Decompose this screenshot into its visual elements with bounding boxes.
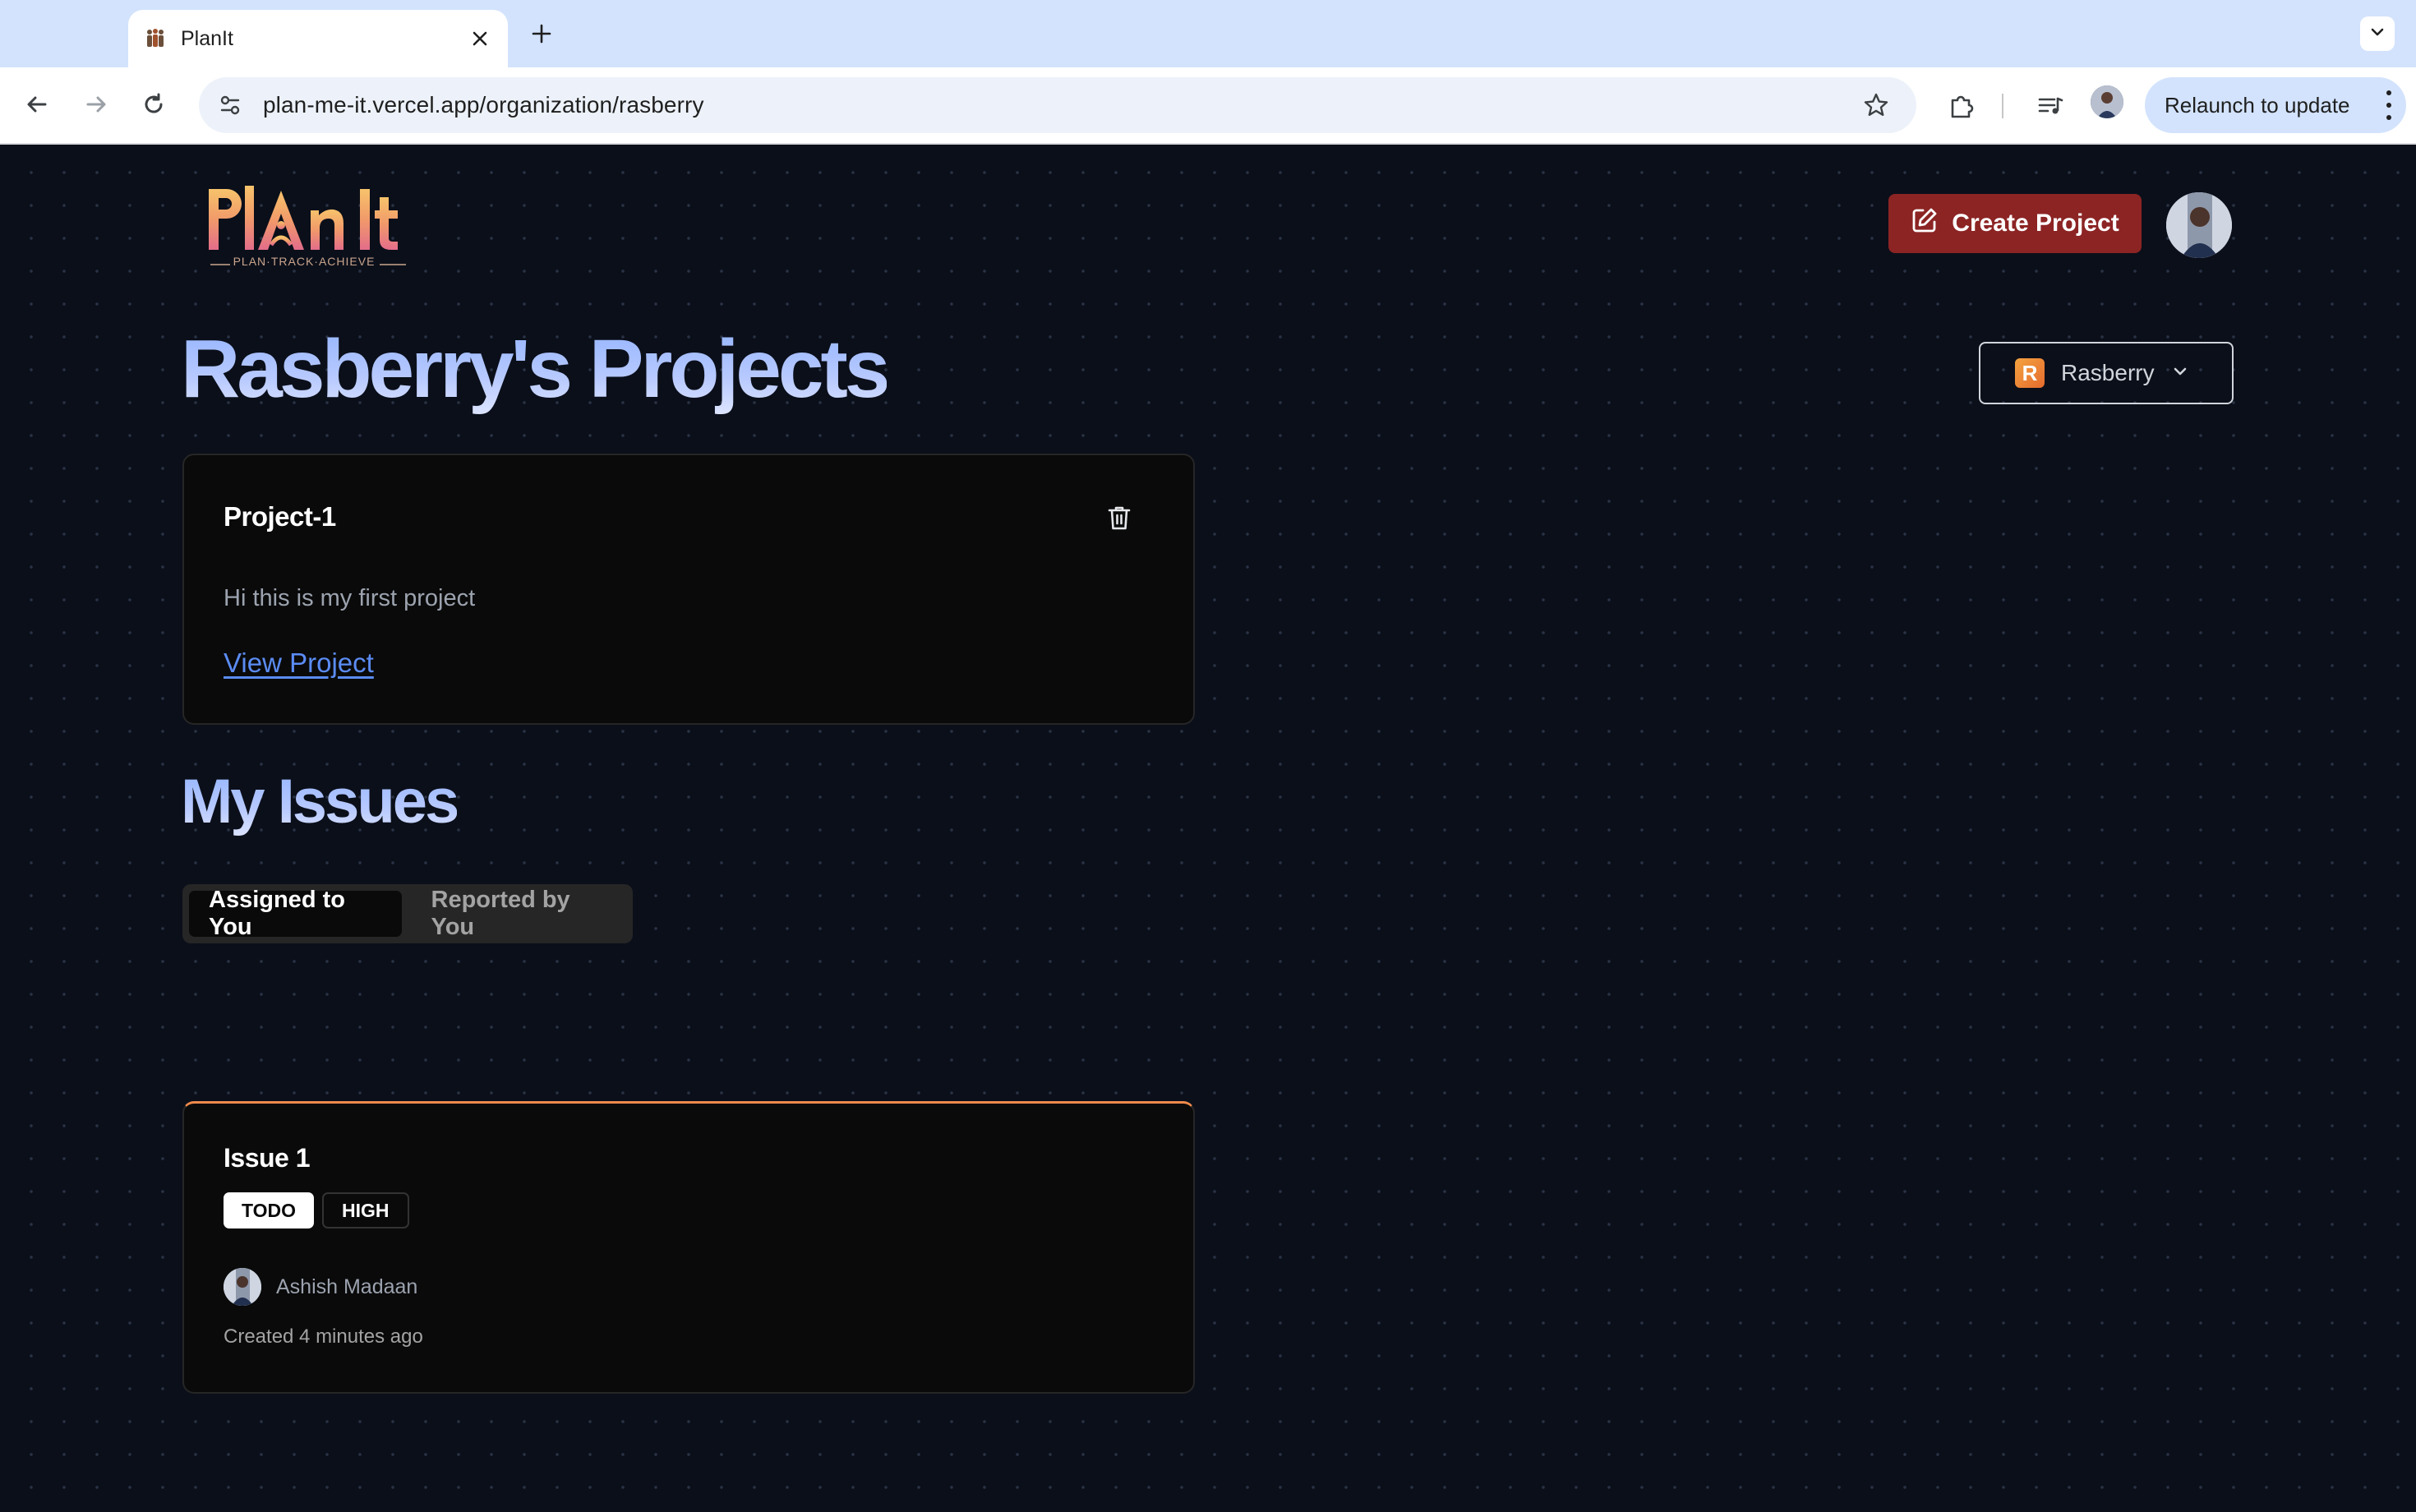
- toolbar-divider: [2002, 94, 2003, 118]
- create-project-label: Create Project: [1952, 210, 2119, 237]
- issue-card[interactable]: Issue 1 TODO HIGH Ashish Madaan Created …: [182, 1101, 1195, 1394]
- relaunch-label: Relaunch to update: [2165, 92, 2350, 118]
- project-description: Hi this is my first project: [224, 585, 476, 611]
- issue-title: Issue 1: [224, 1143, 311, 1173]
- more-vert-icon: [2385, 90, 2393, 120]
- url-text: plan-me-it.vercel.app/organization/rasbe…: [263, 92, 704, 118]
- browser-tab[interactable]: PlanIt: [128, 10, 508, 67]
- user-avatar[interactable]: [2166, 192, 2232, 258]
- org-name: Rasberry: [2061, 360, 2155, 385]
- created-timestamp: Created 4 minutes ago: [224, 1325, 423, 1348]
- priority-badge: HIGH: [322, 1192, 409, 1228]
- reload-icon: [141, 92, 166, 121]
- organization-switcher[interactable]: R Rasberry: [1979, 342, 2234, 404]
- trash-icon[interactable]: [1104, 503, 1134, 532]
- view-project-link[interactable]: View Project: [224, 648, 374, 679]
- create-project-button[interactable]: Create Project: [1888, 194, 2142, 253]
- back-button[interactable]: [16, 85, 58, 127]
- browser-tab-strip: PlanIt: [0, 0, 2416, 67]
- new-tab-button[interactable]: [523, 15, 560, 53]
- org-badge: R: [2015, 358, 2045, 388]
- planit-logo[interactable]: PLAN·TRACK·ACHIEVE: [205, 182, 411, 271]
- my-issues-title: My Issues: [181, 767, 459, 837]
- chevron-down-icon: [2369, 24, 2386, 44]
- issue-badges: TODO HIGH: [224, 1192, 409, 1228]
- profile-avatar[interactable]: [2091, 85, 2123, 118]
- puzzle-icon[interactable]: [1941, 85, 1982, 127]
- status-badge: TODO: [224, 1192, 315, 1228]
- arrow-left-icon: [25, 92, 49, 121]
- tab-reported-by-you[interactable]: Reported by You: [412, 887, 627, 940]
- tab-title: PlanIt: [181, 26, 233, 50]
- forward-button[interactable]: [76, 85, 117, 127]
- close-icon[interactable]: [465, 24, 495, 53]
- project-card: Project-1 Hi this is my first project Vi…: [182, 454, 1195, 725]
- address-bar[interactable]: plan-me-it.vercel.app/organization/rasbe…: [199, 77, 1916, 133]
- assignee-name: Ashish Madaan: [276, 1275, 418, 1298]
- issues-tabs: Assigned to You Reported by You: [182, 884, 633, 943]
- project-title: Project-1: [224, 501, 336, 532]
- edit-square-icon: [1911, 206, 1939, 241]
- chevron-down-icon: [2171, 360, 2189, 386]
- star-icon[interactable]: [1856, 85, 1897, 126]
- avatar: [224, 1268, 261, 1306]
- tab-search-button[interactable]: [2360, 16, 2395, 51]
- logo-tagline: PLAN·TRACK·ACHIEVE: [233, 255, 376, 268]
- tune-icon[interactable]: [210, 85, 250, 125]
- assignee: Ashish Madaan: [224, 1268, 417, 1306]
- media-queue-icon[interactable]: [2030, 85, 2071, 127]
- reload-button[interactable]: [133, 85, 174, 127]
- logo-graphic: [209, 186, 406, 265]
- relaunch-button[interactable]: Relaunch to update: [2145, 77, 2406, 133]
- tab-assigned-to-you[interactable]: Assigned to You: [189, 887, 402, 940]
- browser-toolbar: plan-me-it.vercel.app/organization/rasbe…: [0, 67, 2416, 145]
- people-icon: [143, 26, 168, 51]
- page-title: Rasberry's Projects: [181, 323, 890, 415]
- arrow-right-icon: [84, 92, 108, 121]
- app-page: PLAN·TRACK·ACHIEVE Create Project Rasber…: [0, 145, 2416, 1512]
